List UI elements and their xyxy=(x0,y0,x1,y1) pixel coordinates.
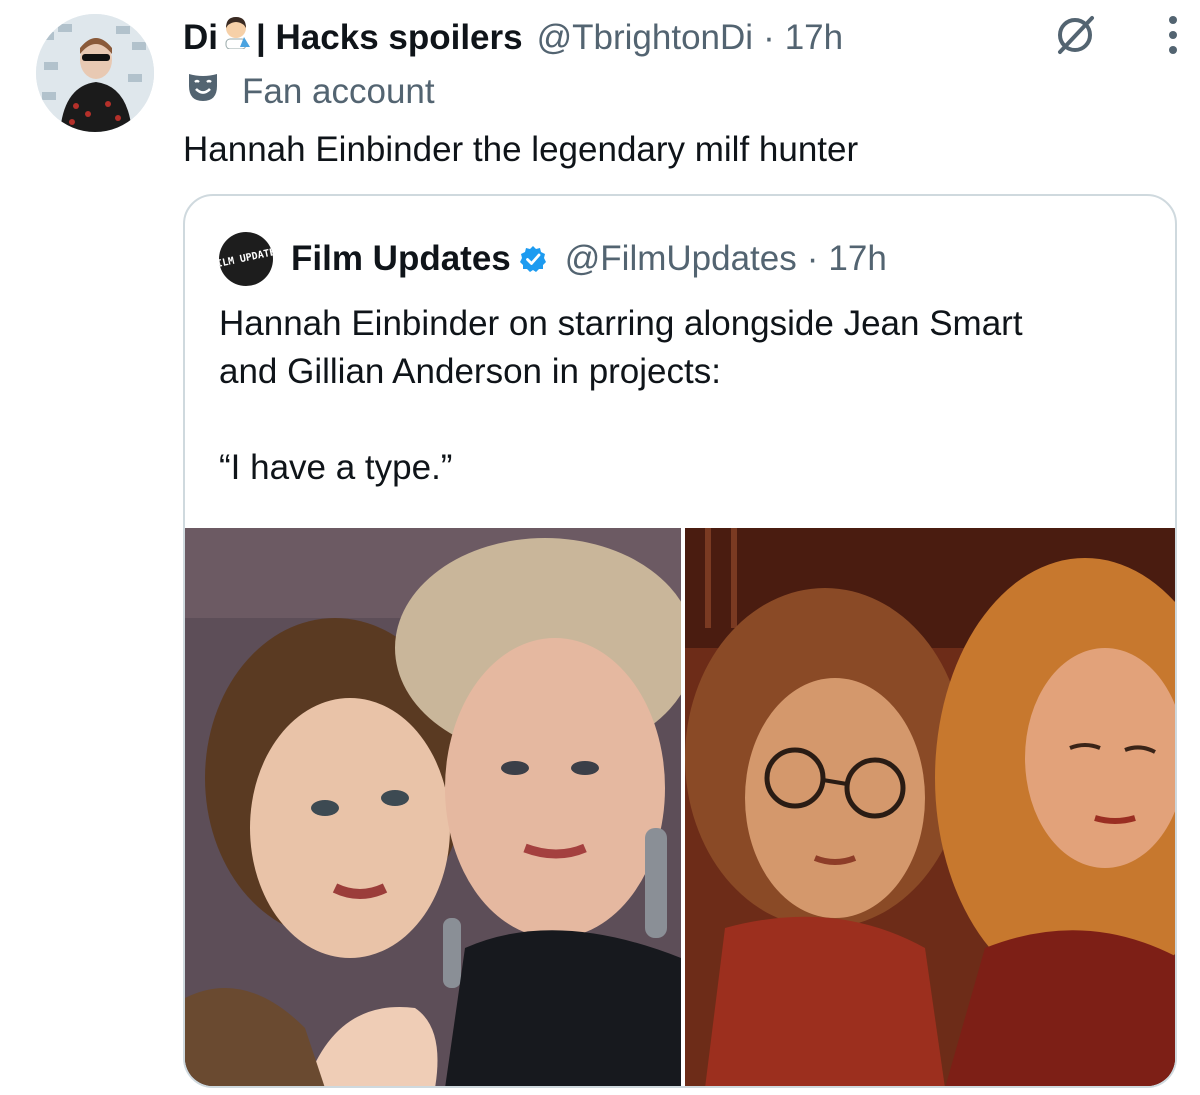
grok-icon[interactable] xyxy=(1054,14,1096,61)
quoted-tweet-text: Hannah Einbinder on starring alongside J… xyxy=(219,304,1023,487)
account-label[interactable]: Fan account xyxy=(186,70,435,113)
tweet-header: Di | Hacks spoilers @TbrightonDi · 17h xyxy=(183,14,843,62)
quoted-separator-dot: · xyxy=(806,239,819,278)
theater-mask-icon xyxy=(186,70,220,113)
verified-badge-icon xyxy=(519,245,547,273)
timestamp[interactable]: 17h xyxy=(785,14,843,62)
quoted-display-name[interactable]: Film Updates xyxy=(291,239,511,279)
quoted-avatar-logo-text: FILM UPDATES xyxy=(219,245,273,272)
quoted-tweet[interactable]: FILM UPDATES Film Updates @FilmUpdates ·… xyxy=(183,194,1177,1088)
separator-dot: · xyxy=(763,18,775,57)
user-avatar[interactable] xyxy=(36,14,154,132)
account-label-text: Fan account xyxy=(242,71,435,111)
tweet-text: Hannah Einbinder the legendary milf hunt… xyxy=(183,130,859,169)
photo-left[interactable] xyxy=(185,528,681,1086)
display-name[interactable]: Di xyxy=(183,14,218,62)
quoted-media-grid xyxy=(185,528,1175,1086)
user-handle[interactable]: @TbrightonDi xyxy=(537,14,753,62)
woman-scientist-emoji-icon xyxy=(220,14,254,62)
more-icon[interactable] xyxy=(1166,14,1180,61)
display-name-suffix[interactable]: | Hacks spoilers xyxy=(256,14,523,62)
photo-right[interactable] xyxy=(685,528,1175,1086)
quoted-user-avatar[interactable]: FILM UPDATES xyxy=(219,232,273,286)
quoted-user-handle[interactable]: @FilmUpdates xyxy=(565,239,797,279)
tweet-actions-top xyxy=(1054,14,1180,61)
quoted-timestamp[interactable]: 17h xyxy=(828,239,886,279)
quoted-tweet-header: FILM UPDATES Film Updates @FilmUpdates ·… xyxy=(219,232,887,286)
